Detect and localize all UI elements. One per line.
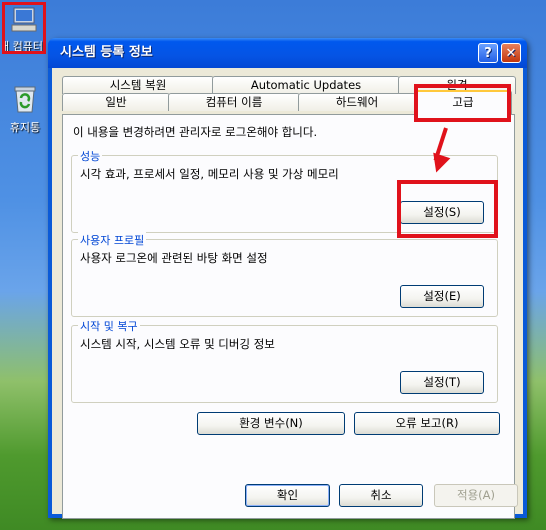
- system-properties-window: 시스템 등록 정보 ? ✕ 시스템 복원 Automatic Updates 원…: [48, 38, 527, 519]
- advanced-tab-panel: 이 내용을 변경하려면 관리자로 로그온해야 합니다. 성능 시각 효과, 프로…: [62, 114, 515, 519]
- tab-advanced[interactable]: 고급: [414, 90, 512, 115]
- tab-general[interactable]: 일반: [62, 93, 170, 111]
- performance-group-title: 성능: [78, 148, 103, 164]
- ok-button[interactable]: 확인: [245, 484, 330, 507]
- my-computer-desktop-icon[interactable]: 내 컴퓨터: [2, 2, 46, 54]
- user-profiles-group-title: 사용자 프로필: [78, 232, 147, 248]
- close-button[interactable]: ✕: [501, 43, 521, 63]
- startup-recovery-group: 시작 및 복구 시스템 시작, 시스템 오류 및 디버깅 정보 설정(T): [71, 318, 498, 403]
- tab-automatic-updates[interactable]: Automatic Updates: [212, 76, 400, 94]
- computer-icon: [11, 7, 37, 32]
- my-computer-label: 내 컴퓨터: [2, 40, 43, 53]
- user-profiles-group: 사용자 프로필 사용자 로그온에 관련된 바탕 화면 설정 설정(E): [71, 232, 498, 317]
- performance-settings-button[interactable]: 설정(S): [400, 201, 484, 224]
- performance-description: 시각 효과, 프로세서 일정, 메모리 사용 및 가상 메모리: [80, 167, 339, 181]
- recycle-bin-icon: [14, 86, 36, 113]
- close-icon: ✕: [505, 46, 517, 61]
- admin-note: 이 내용을 변경하려면 관리자로 로그온해야 합니다.: [73, 125, 318, 139]
- title-bar[interactable]: 시스템 등록 정보 ? ✕: [48, 38, 527, 68]
- recycle-bin-desktop-icon[interactable]: 휴지통: [2, 82, 48, 135]
- dialog-client-area: 시스템 복원 Automatic Updates 원격 일반 컴퓨터 이름 하드…: [52, 68, 523, 519]
- user-profiles-description: 사용자 로그온에 관련된 바탕 화면 설정: [80, 251, 268, 265]
- startup-recovery-settings-button[interactable]: 설정(T): [400, 371, 484, 394]
- apply-button[interactable]: 적용(A): [434, 484, 518, 507]
- tab-hardware[interactable]: 하드웨어: [298, 93, 416, 111]
- startup-recovery-group-title: 시작 및 복구: [78, 318, 140, 334]
- error-reporting-button[interactable]: 오류 보고(R): [354, 412, 500, 435]
- tab-system-restore[interactable]: 시스템 복원: [62, 76, 214, 94]
- environment-variables-button[interactable]: 환경 변수(N): [197, 412, 345, 435]
- help-icon: ?: [484, 46, 492, 61]
- recycle-bin-label: 휴지통: [9, 121, 41, 134]
- cancel-button[interactable]: 취소: [339, 484, 423, 507]
- user-profiles-settings-button[interactable]: 설정(E): [400, 285, 484, 308]
- window-title: 시스템 등록 정보: [60, 45, 153, 60]
- startup-recovery-description: 시스템 시작, 시스템 오류 및 디버깅 정보: [80, 337, 275, 351]
- tab-computer-name[interactable]: 컴퓨터 이름: [168, 93, 300, 111]
- help-button[interactable]: ?: [478, 43, 498, 63]
